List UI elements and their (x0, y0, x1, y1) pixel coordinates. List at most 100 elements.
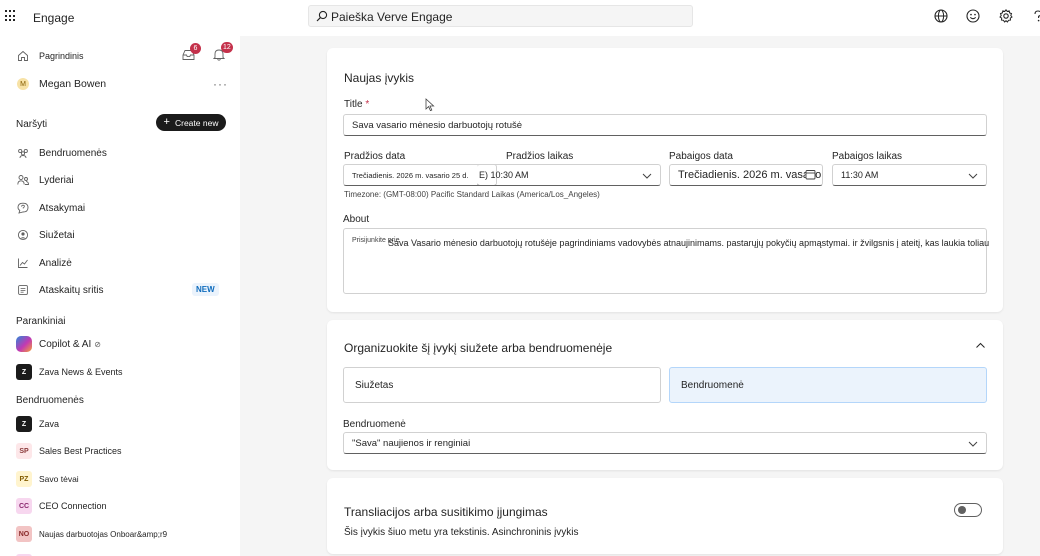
home-icon (16, 49, 30, 63)
globe-icon[interactable] (933, 8, 949, 24)
community-avatar: PZ (16, 471, 32, 487)
chevron-down-icon (642, 173, 652, 179)
sidebar-item-label: Zava (39, 419, 60, 429)
new-badge: NEW (192, 283, 219, 296)
settings-gear-icon[interactable] (998, 8, 1014, 24)
community-avatar: SP (16, 443, 32, 459)
sidebar-item-reports[interactable]: Ataskaitų sritis (16, 280, 103, 300)
broadcast-title: Transliacijos arba susitikimo įjungimas (344, 505, 548, 519)
sidebar-item-analytics[interactable]: Analizė (16, 253, 72, 273)
option-storyline[interactable]: Siužetas (343, 367, 661, 403)
start-date-label: Pradžios data (344, 151, 406, 162)
sidebar-community-onboarding[interactable]: NO Naujas darbuotojas Onboar&amp;r9 (16, 524, 167, 544)
broadcast-card: Transliacijos arba susitikimo įjungimas … (327, 478, 1003, 554)
end-date-label: Pabaigos data (669, 151, 733, 162)
sidebar-item-label: Siužetai (39, 229, 75, 241)
search-icon (316, 10, 328, 22)
search-box[interactable] (308, 5, 693, 27)
sidebar-community-sales[interactable]: SP Sales Best Practices (16, 441, 122, 461)
form-title: Naujas įvykis (344, 71, 415, 85)
sidebar-item-storylines[interactable]: Siužetai (16, 225, 75, 245)
help-icon[interactable] (1030, 8, 1040, 24)
sidebar-item-home[interactable]: Pagrindinis (16, 46, 84, 66)
avatar-initial: M (17, 78, 29, 90)
sidebar-item-label: Copilot & AI (39, 338, 92, 350)
answers-icon (16, 201, 30, 215)
option-community[interactable]: Bendruomenė (669, 367, 987, 403)
end-time-dropdown[interactable]: 11:30 AM (832, 164, 987, 186)
notifications-button[interactable]: 12 (212, 42, 233, 62)
sidebar-item-label: Ataskaitų sritis (39, 284, 104, 296)
chevron-up-icon[interactable] (975, 340, 986, 351)
sidebar-item-leaders[interactable]: Lyderiai (16, 170, 74, 190)
start-date-picker[interactable]: Trečiadienis. 2026 m. vasario 25 d. (343, 164, 497, 186)
start-time-dropdown[interactable]: E) 10:30 AM (477, 164, 661, 186)
sidebar-item-label: Sales Best Practices (39, 446, 122, 456)
notifications-count-badge: 12 (221, 42, 233, 53)
toggle-knob (958, 506, 966, 514)
sidebar-item-label: Bendruomenės (39, 147, 107, 159)
sidebar-item-label: Pagrindinis (39, 51, 84, 61)
plus-icon: + (163, 116, 170, 128)
zava-logo-icon: Z (16, 364, 32, 380)
sidebar-community-parents[interactable]: PZ Savo tėvai (16, 469, 79, 489)
community-label: Bendruomenė (343, 419, 406, 430)
option-community-label: Bendruomenė (681, 379, 744, 391)
sidebar-item-label: Lyderiai (39, 174, 74, 186)
sidebar-item-label: Savo tėvai (39, 474, 79, 484)
copilot-icon (16, 336, 32, 352)
sidebar-community-partial[interactable] (16, 548, 39, 556)
sidebar-item-label: Zava News & Events (39, 367, 123, 377)
title-label-text: Title (344, 99, 363, 110)
sidebar-item-answers[interactable]: Atsakymai (16, 198, 85, 218)
title-input[interactable]: Sava vasario mėnesio darbuotojų rotušė (343, 114, 987, 136)
about-textarea[interactable]: Prisijunkite prie Sava Vasario mėnesio d… (343, 228, 990, 294)
user-name: Megan Bowen (39, 78, 107, 90)
about-value: Sava Vasario mėnesio darbuotojų rotušėje… (388, 238, 990, 248)
end-date-picker[interactable]: Trečiadienis. 2026 m. vasario 25 d. (669, 164, 823, 186)
more-options-icon[interactable]: ··· (213, 77, 228, 91)
storylines-icon (16, 228, 30, 242)
broadcast-toggle[interactable] (954, 503, 982, 517)
emoji-feedback-icon[interactable] (965, 8, 981, 24)
sidebar-community-ceo[interactable]: CC CEO Connection (16, 496, 107, 516)
organize-card: Organizuokite šį įvykį siužete arba bend… (327, 320, 1003, 470)
sidebar-community-zava[interactable]: Z Zava (16, 414, 59, 434)
sidebar-item-copilot[interactable]: Copilot & AI ⊘ (16, 334, 101, 354)
sidebar-user[interactable]: M Megan Bowen (16, 74, 106, 94)
top-bar: Engage (0, 0, 1040, 36)
title-label: Title * (344, 99, 369, 110)
favorites-heading: Parankiniai (16, 316, 66, 327)
communities-icon (16, 146, 30, 160)
end-time-value: 11:30 AM (841, 170, 879, 180)
community-avatar: Z (16, 416, 32, 432)
timezone-text: Timezone: (GMT-08:00) Pacific Standard L… (344, 190, 600, 199)
option-storyline-label: Siužetas (355, 379, 394, 391)
calendar-icon[interactable] (805, 169, 816, 180)
start-date-value: Trečiadienis. 2026 m. vasario 25 d. (352, 170, 469, 180)
required-marker: * (365, 99, 370, 110)
create-new-button[interactable]: + Create new (156, 114, 226, 131)
verified-icon: ⊘ (94, 339, 101, 349)
sidebar: Pagrindinis 6 12 M Megan Bowen ··· Naršy… (0, 36, 240, 556)
reports-icon (16, 283, 30, 297)
sidebar-item-zava-news[interactable]: Z Zava News & Events (16, 362, 123, 382)
community-dropdown[interactable]: "Sava" naujienos ir renginiai (343, 432, 987, 454)
app-name[interactable]: Engage (33, 11, 74, 25)
broadcast-subtitle: Šis įvykis šiuo metu yra tekstinis. Asin… (344, 527, 579, 538)
chevron-down-icon (968, 441, 978, 447)
organize-title: Organizuokite šį įvykį siužete arba bend… (344, 341, 613, 355)
end-time-label: Pabaigos laikas (832, 151, 903, 162)
community-value: "Sava" naujienos ir renginiai (352, 437, 471, 449)
avatar: M (16, 77, 30, 91)
mouse-cursor-icon (425, 98, 435, 112)
start-time-label: Pradžios laikas (506, 151, 574, 162)
app-launcher-icon[interactable] (5, 10, 17, 22)
sidebar-item-communities[interactable]: Bendruomenės (16, 143, 107, 163)
sidebar-item-label: Naujas darbuotojas Onboar&amp;r9 (39, 529, 168, 539)
sidebar-item-label: Analizė (39, 257, 72, 269)
inbox-button[interactable]: 6 (182, 43, 201, 63)
search-input[interactable] (331, 8, 681, 25)
community-avatar: NO (16, 526, 32, 542)
title-value: Sava vasario mėnesio darbuotojų rotušė (352, 119, 523, 131)
